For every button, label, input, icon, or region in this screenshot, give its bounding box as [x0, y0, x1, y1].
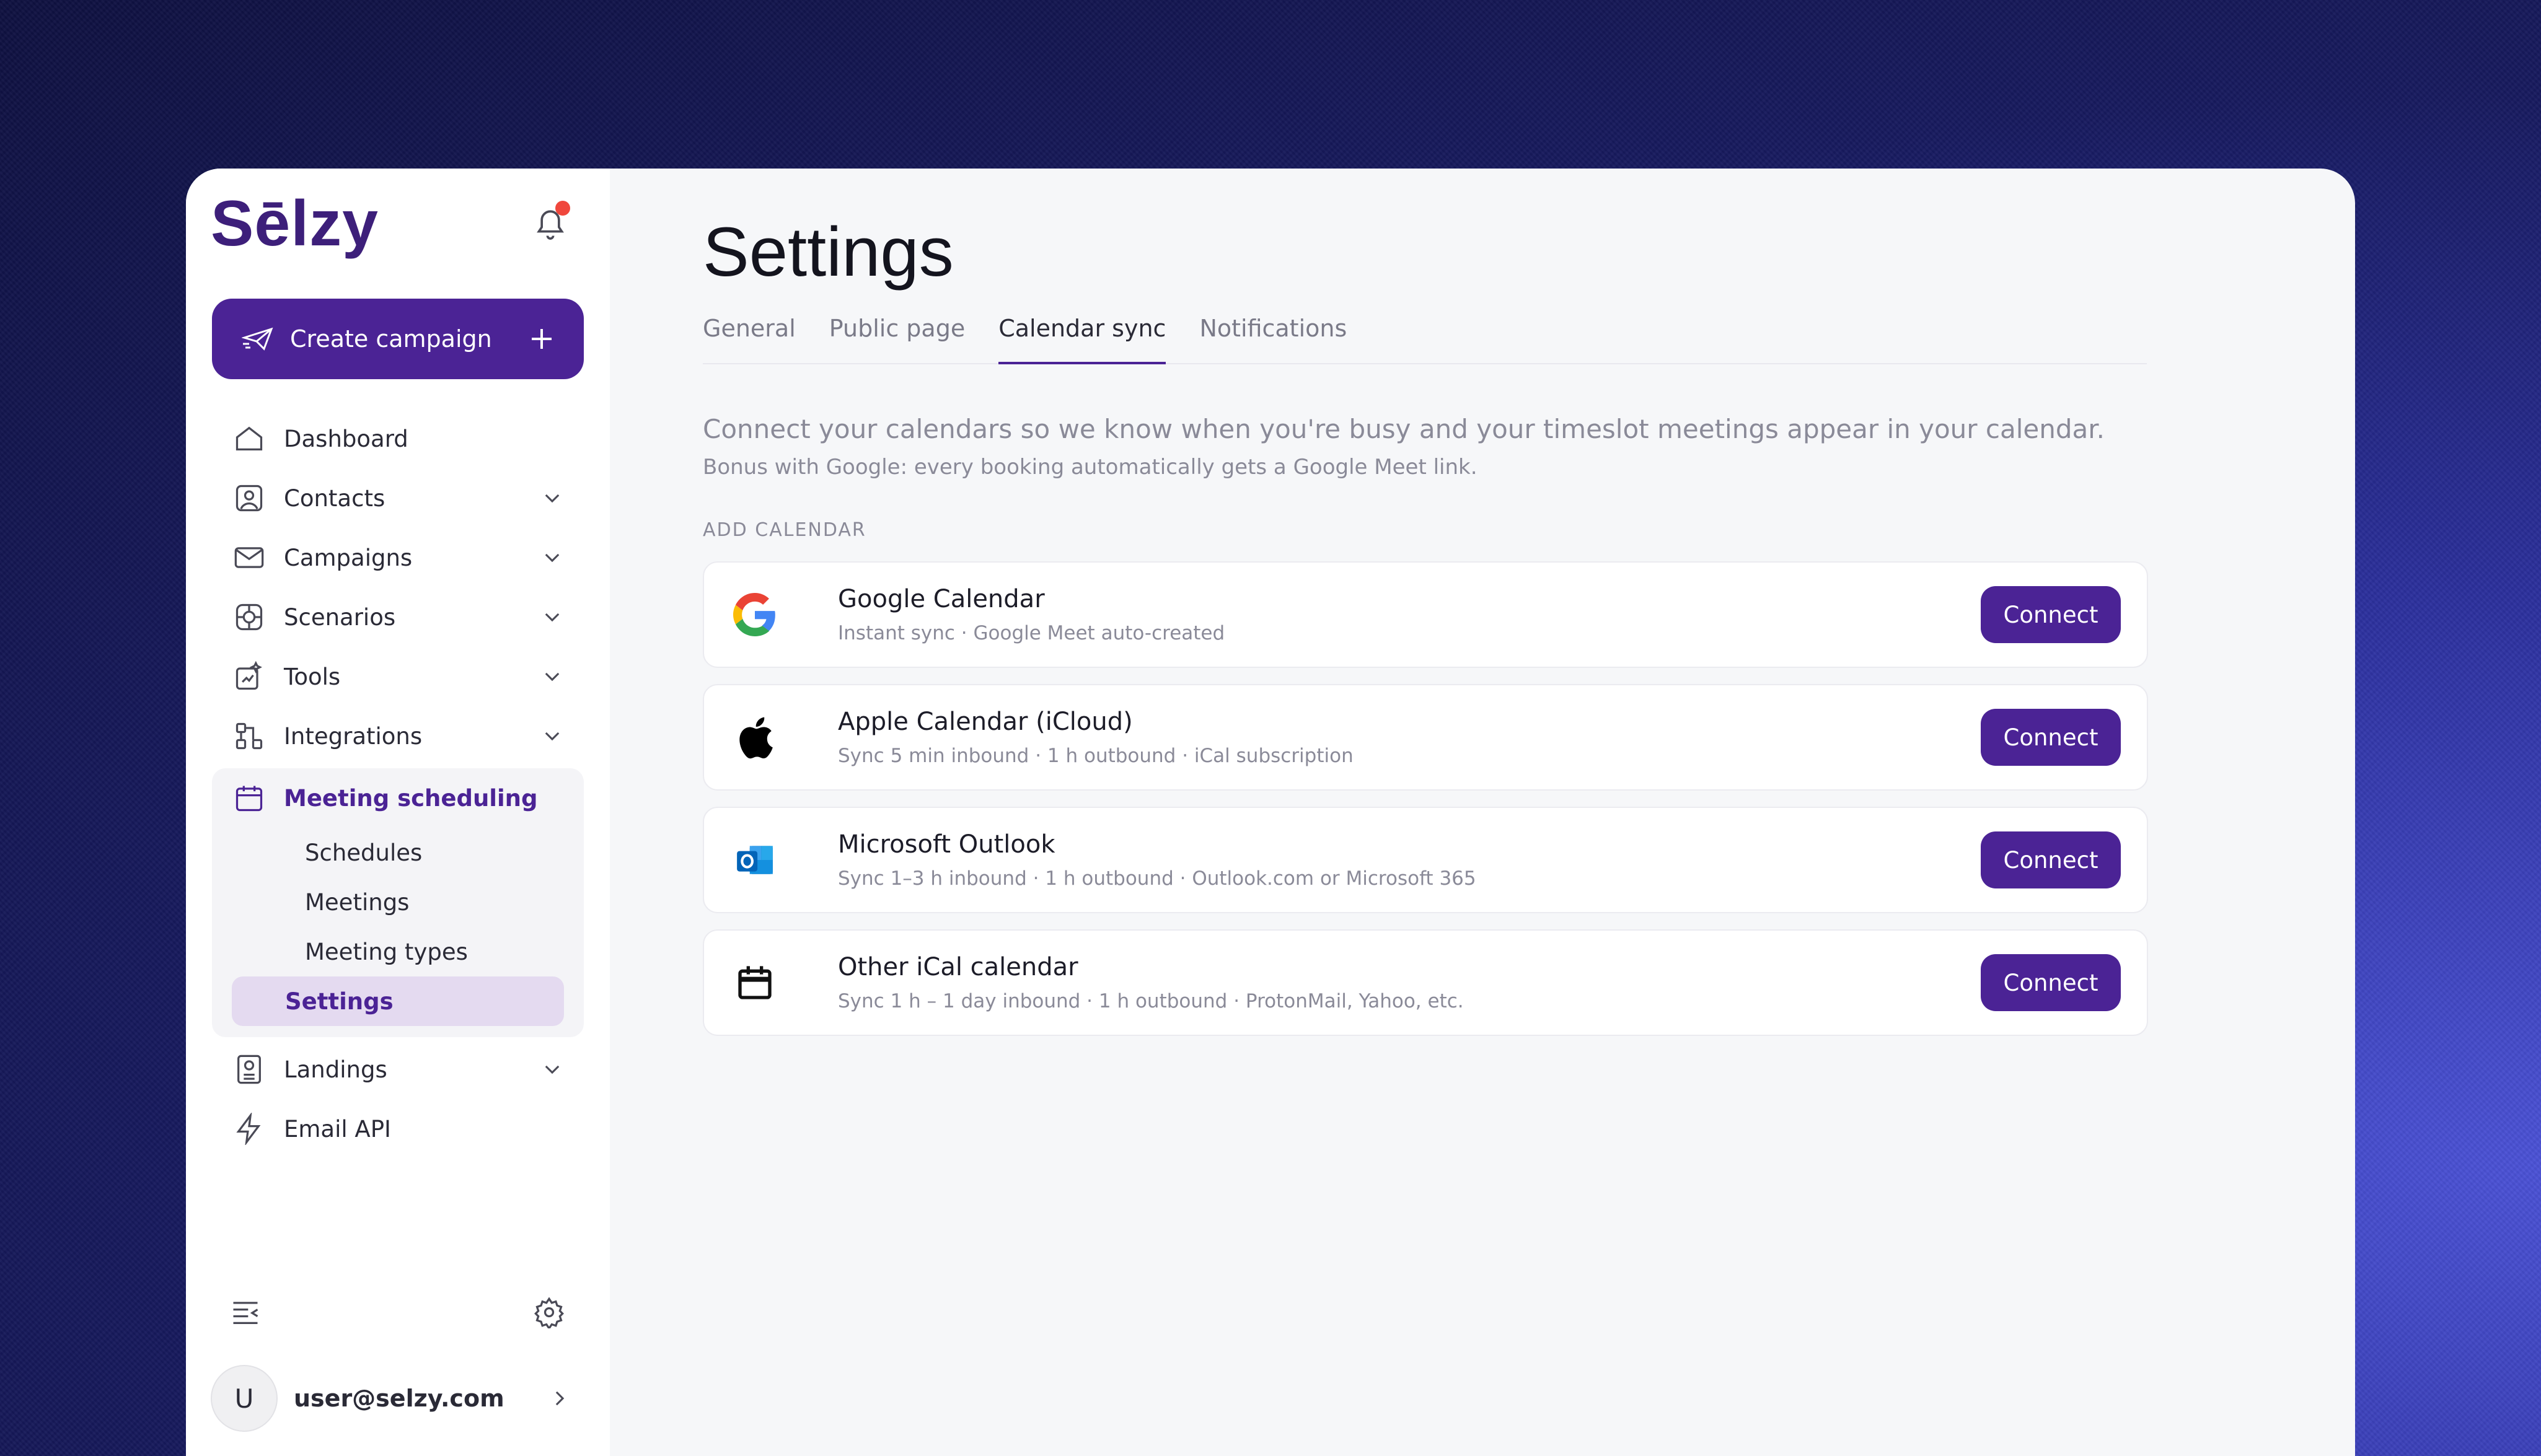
calendar-meta: Sync 5 min inbound · 1 h outbound · iCal…: [838, 745, 1354, 767]
connect-apple-button[interactable]: Connect: [1981, 709, 2121, 766]
connect-ical-button[interactable]: Connect: [1981, 954, 2121, 1011]
tab-notifications[interactable]: Notifications: [1199, 315, 1347, 364]
sidebar-item-integrations[interactable]: Integrations: [212, 706, 584, 766]
calendar-list: Google Calendar Instant sync · Google Me…: [703, 561, 2148, 1052]
chevron-down-icon: [545, 553, 560, 563]
home-icon: [236, 426, 263, 450]
sidebar-nav: Dashboard Contacts Campaigns Scenarios T…: [212, 409, 584, 1159]
add-calendar-heading: ADD CALENDAR: [703, 519, 866, 541]
main-content: Settings General Public page Calendar sy…: [610, 169, 2355, 1456]
tools-icon: [236, 660, 262, 690]
sidebar-item-scenarios[interactable]: Scenarios: [212, 587, 584, 647]
calendar-meta: Sync 1–3 h inbound · 1 h outbound · Outl…: [838, 867, 1476, 890]
calendar-meta: Sync 1 h – 1 day inbound · 1 h outbound …: [838, 990, 1464, 1012]
calendar-card-apple: Apple Calendar (iCloud) Sync 5 min inbou…: [703, 684, 2148, 791]
sidebar-item-meeting-scheduling[interactable]: Meeting scheduling: [212, 768, 584, 828]
sidebar-item-tools[interactable]: Tools: [212, 647, 584, 706]
meeting-scheduling-group: Meeting scheduling Schedules Meetings Me…: [212, 768, 584, 1037]
lightning-icon: [236, 1113, 261, 1145]
sidebar-item-dashboard[interactable]: Dashboard: [212, 409, 584, 468]
chevron-down-icon: [545, 494, 560, 503]
sidebar-item-label: Email API: [284, 1115, 391, 1142]
tab-calendar-sync[interactable]: Calendar sync: [998, 315, 1166, 364]
sidebar-item-label: Tools: [284, 663, 341, 690]
scenarios-icon: [236, 603, 263, 631]
sidebar: Sēlzy Create campaign Dashboard Contacts: [186, 169, 610, 1456]
paper-plane-icon: [242, 327, 273, 351]
tab-public-page[interactable]: Public page: [829, 315, 965, 364]
calendar-name: Google Calendar: [838, 585, 1045, 613]
app-window: Sēlzy Create campaign Dashboard Contacts: [186, 169, 2355, 1456]
landings-icon: [237, 1055, 261, 1084]
sidebar-item-label: Scenarios: [284, 603, 396, 631]
tab-general[interactable]: General: [703, 315, 796, 364]
sidebar-item-campaigns[interactable]: Campaigns: [212, 528, 584, 587]
sidebar-item-label: Contacts: [284, 485, 385, 512]
avatar: U: [211, 1365, 278, 1432]
calendar-card-google: Google Calendar Instant sync · Google Me…: [703, 561, 2148, 668]
calendar-meta: Instant sync · Google Meet auto-created: [838, 622, 1225, 644]
calendar-sync-description: Connect your calendars so we know when y…: [703, 414, 2105, 444]
sidebar-item-email-api[interactable]: Email API: [212, 1099, 584, 1159]
chevron-down-icon: [545, 672, 560, 682]
google-icon: [730, 590, 780, 639]
calendar-name: Other iCal calendar: [838, 953, 1078, 981]
chevron-down-icon: [545, 732, 560, 741]
contacts-icon: [236, 485, 263, 512]
plus-icon: [532, 329, 552, 349]
connect-outlook-button[interactable]: Connect: [1981, 831, 2121, 888]
sidebar-item-label: Campaigns: [284, 544, 413, 571]
sidebar-item-label: Meeting scheduling: [284, 784, 538, 812]
sidebar-item-contacts[interactable]: Contacts: [212, 468, 584, 528]
settings-tabs: General Public page Calendar sync Notifi…: [703, 315, 2147, 364]
apple-icon: [730, 713, 780, 762]
sidebar-subitem-settings[interactable]: Settings: [232, 976, 564, 1026]
selzy-logo[interactable]: Sēlzy: [211, 187, 379, 261]
chevron-right-icon: [555, 1391, 565, 1406]
sidebar-subitem-schedules[interactable]: Schedules: [232, 828, 564, 877]
calendar-card-outlook: Microsoft Outlook Sync 1–3 h inbound · 1…: [703, 807, 2148, 913]
collapse-menu-icon[interactable]: [229, 1296, 262, 1328]
sidebar-item-label: Landings: [284, 1056, 387, 1083]
sidebar-item-label: Integrations: [284, 722, 423, 750]
create-campaign-button[interactable]: Create campaign: [212, 299, 584, 379]
user-profile[interactable]: U user@selzy.com: [211, 1364, 583, 1432]
calendar-card-ical: Other iCal calendar Sync 1 h – 1 day inb…: [703, 929, 2148, 1036]
sidebar-item-label: Dashboard: [284, 425, 408, 452]
sidebar-item-landings[interactable]: Landings: [212, 1040, 584, 1099]
outlook-icon: [730, 835, 780, 885]
calendar-name: Microsoft Outlook: [838, 830, 1055, 859]
calendar-icon: [236, 786, 263, 812]
chevron-down-icon: [545, 1065, 560, 1074]
page-title: Settings: [703, 213, 954, 291]
user-email: user@selzy.com: [294, 1385, 504, 1412]
chevron-down-icon: [545, 613, 560, 622]
calendar-icon: [730, 958, 780, 1007]
notification-dot: [555, 201, 570, 216]
envelope-icon: [234, 547, 264, 568]
create-campaign-label: Create campaign: [290, 325, 492, 353]
calendar-name: Apple Calendar (iCloud): [838, 708, 1133, 736]
sidebar-subitem-meetings[interactable]: Meetings: [232, 877, 564, 927]
google-bonus-note: Bonus with Google: every booking automat…: [703, 455, 1477, 480]
connect-google-button[interactable]: Connect: [1981, 586, 2121, 643]
gear-icon[interactable]: [533, 1296, 565, 1328]
integrations-icon: [236, 722, 263, 750]
sidebar-subitem-meeting-types[interactable]: Meeting types: [232, 927, 564, 976]
